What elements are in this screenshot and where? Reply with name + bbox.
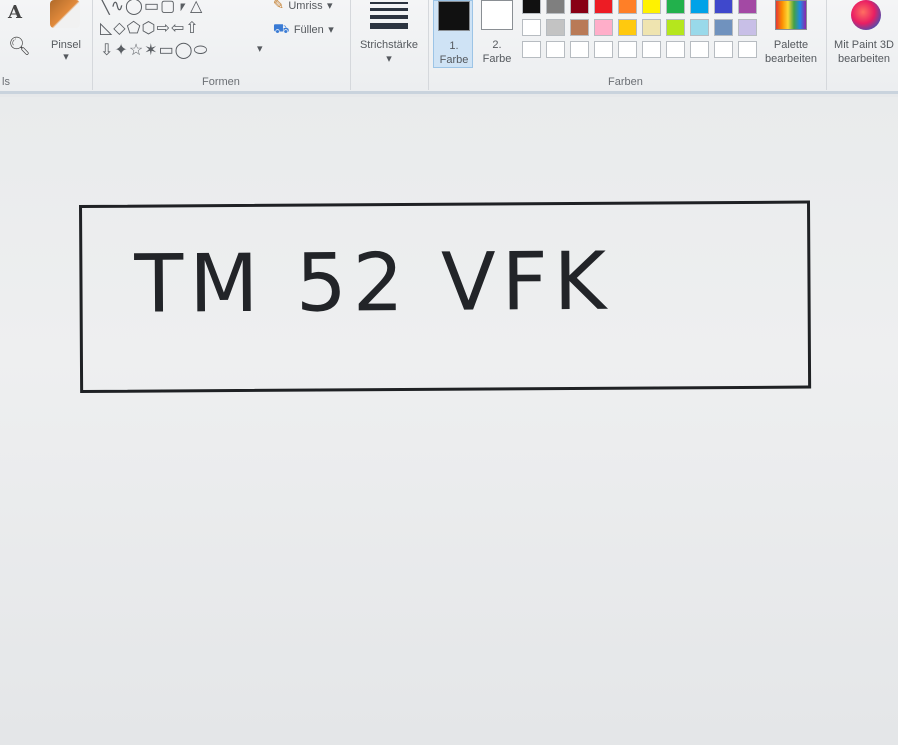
palette-color-swatch[interactable]	[642, 41, 661, 58]
shapes-scroll-icon[interactable]: ▾	[257, 42, 263, 55]
palette-color-swatch[interactable]	[546, 41, 565, 58]
color-wheel-icon	[775, 0, 807, 30]
palette-color-swatch[interactable]	[618, 19, 637, 36]
drawing-canvas[interactable]	[0, 97, 898, 745]
palette-color-swatch[interactable]	[594, 19, 613, 36]
paint3d-label-2: bearbeiten	[838, 53, 890, 65]
paint3d-label-1: Mit Paint 3D	[834, 39, 894, 51]
palette-color-swatch[interactable]	[714, 19, 733, 36]
shapes-group-label: Formen	[202, 76, 240, 88]
shapes-row-1[interactable]: ╲∿◯▭▢⎖△	[100, 0, 203, 16]
fill-dropdown-icon: ▾	[328, 24, 334, 36]
palette-color-swatch[interactable]	[738, 41, 757, 58]
palette-color-swatch[interactable]	[666, 19, 685, 36]
palette-color-swatch[interactable]	[666, 0, 685, 14]
palette-color-swatch[interactable]	[666, 41, 685, 58]
separator	[350, 0, 351, 90]
palette-color-swatch[interactable]	[714, 41, 733, 58]
palette-color-swatch[interactable]	[594, 41, 613, 58]
text-tool-icon[interactable]: A	[8, 2, 22, 23]
shapes-row-3[interactable]: ⇩✦☆✶▭◯⬭	[100, 40, 208, 60]
palette-color-swatch[interactable]	[570, 19, 589, 36]
palette-color-swatch[interactable]	[714, 0, 733, 14]
paint3d-icon	[851, 0, 881, 30]
palette-color-swatch[interactable]	[690, 41, 709, 58]
palette-color-swatch[interactable]	[690, 19, 709, 36]
palette-color-swatch[interactable]	[618, 41, 637, 58]
stroke-width-button[interactable]: Strichstärke ▾	[354, 0, 424, 70]
palette-color-swatch[interactable]	[618, 0, 637, 14]
outline-dropdown-icon: ▾	[327, 0, 333, 12]
palette-color-swatch[interactable]	[738, 0, 757, 14]
color-2-swatch	[481, 0, 513, 30]
palette-color-swatch[interactable]	[642, 0, 661, 14]
edit-palette-label-2: bearbeiten	[765, 53, 817, 65]
palette-color-swatch[interactable]	[738, 19, 757, 36]
palette-color-swatch[interactable]	[594, 0, 613, 14]
license-plate-rectangle: TM 52 VFK	[79, 200, 812, 393]
separator	[428, 0, 429, 90]
palette-color-swatch[interactable]	[522, 0, 541, 14]
palette-color-swatch[interactable]	[570, 0, 589, 14]
outline-label: Umriss	[288, 0, 323, 12]
fill-label: Füllen	[293, 24, 324, 36]
fill-button[interactable]: ⛟ Füllen ▾	[273, 20, 334, 39]
fill-bucket-icon: ⛟	[273, 21, 290, 36]
ribbon: A 🔍︎ ls Pinsel ▾ ╲∿◯▭▢⎖△ ◺◇⬠⬡⇨⇦⇧ ⇩✦☆✶▭◯⬭…	[0, 0, 898, 94]
outline-icon: ✎	[273, 0, 284, 12]
brush-dropdown-icon: ▾	[63, 51, 69, 63]
brush-icon	[50, 0, 80, 28]
color-1-button[interactable]: 1. Farbe	[433, 0, 473, 68]
stroke-dropdown-icon: ▾	[386, 53, 392, 65]
color-1-swatch	[438, 1, 470, 31]
brush-button[interactable]: Pinsel ▾	[44, 0, 88, 66]
palette-color-swatch[interactable]	[522, 41, 541, 58]
edit-with-paint3d-button[interactable]: Mit Paint 3D bearbeiten	[830, 0, 898, 70]
outline-button[interactable]: ✎ Umriss ▾	[273, 0, 333, 14]
palette-color-swatch[interactable]	[642, 19, 661, 36]
shapes-row-2[interactable]: ◺◇⬠⬡⇨⇦⇧	[100, 18, 200, 38]
stroke-width-icon	[370, 2, 408, 33]
palette-color-swatch[interactable]	[690, 0, 709, 14]
stroke-width-label: Strichstärke	[359, 39, 419, 51]
color-2-label-text: Farbe	[482, 53, 512, 65]
edit-palette-button[interactable]: Palette bearbeiten	[760, 0, 822, 70]
palette-color-swatch[interactable]	[570, 41, 589, 58]
color-1-label-text: Farbe	[439, 54, 469, 66]
separator	[92, 0, 93, 90]
palette-color-swatch[interactable]	[546, 0, 565, 14]
palette-color-swatch[interactable]	[522, 19, 541, 36]
license-plate-text: TM 52 VFK	[134, 234, 613, 331]
color-2-label-number: 2.	[492, 39, 502, 51]
color-2-button[interactable]: 2. Farbe	[477, 0, 517, 68]
magnifier-icon[interactable]: 🔍︎	[8, 36, 31, 57]
separator	[826, 0, 827, 90]
colors-group-label: Farben	[608, 76, 643, 88]
color-1-label-number: 1.	[449, 40, 459, 52]
tools-group-label: ls	[2, 76, 10, 88]
palette-color-swatch[interactable]	[546, 19, 565, 36]
edit-palette-label-1: Palette	[773, 39, 809, 51]
